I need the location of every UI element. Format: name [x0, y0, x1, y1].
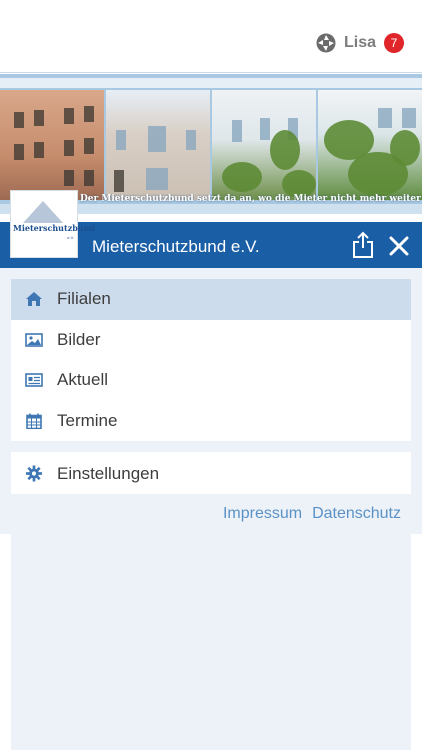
datenschutz-link[interactable]: Datenschutz	[312, 505, 401, 523]
menu-item-aktuell[interactable]: Aktuell	[11, 360, 411, 401]
top-bar: Lisa 7	[0, 0, 422, 74]
footer-links: Impressum Datenschutz	[223, 505, 401, 523]
menu-item-label: Aktuell	[57, 370, 109, 390]
menu-item-einstellungen[interactable]: Einstellungen	[11, 452, 411, 494]
banner-caption: Der Mieterschutzbund setzt da an, wo die…	[80, 194, 422, 204]
user-menu[interactable]: Lisa 7	[316, 32, 404, 54]
user-status-icon	[316, 33, 336, 53]
menu-item-bilder[interactable]: Bilder	[11, 320, 411, 361]
home-icon	[26, 292, 42, 306]
side-menu: Filialen Bilder Aktuell Termine Einstell…	[0, 268, 422, 534]
mieterschutzbund-logo: Mieterschutzbund e.V.	[10, 190, 95, 258]
menu-item-label: Bilder	[57, 329, 101, 349]
news-icon	[25, 373, 43, 387]
building-photo-3	[212, 90, 316, 200]
content-area	[11, 534, 411, 750]
page-title: Mieterschutzbund e.V.	[92, 237, 260, 256]
building-photo-2	[106, 90, 210, 200]
close-icon[interactable]	[386, 233, 412, 259]
menu-item-label: Termine	[57, 410, 118, 430]
user-name: Lisa	[343, 34, 376, 51]
menu-item-label: Einstellungen	[57, 464, 160, 483]
menu-item-termine[interactable]: Termine	[11, 401, 411, 442]
menu-item-filialen[interactable]: Filialen	[11, 279, 411, 320]
logo-triangle-icon	[23, 201, 63, 223]
share-icon[interactable]	[350, 231, 376, 259]
notification-badge[interactable]: 7	[384, 33, 404, 53]
logo-subtext: e.V.	[67, 235, 74, 240]
menu-list: Filialen Bilder Aktuell Termine	[11, 279, 411, 441]
building-photo-1	[0, 90, 104, 200]
building-photo-4	[318, 90, 422, 200]
gear-icon	[25, 465, 43, 482]
menu-item-label: Filialen	[57, 289, 111, 309]
divider	[0, 72, 422, 73]
impressum-link[interactable]: Impressum	[223, 505, 302, 523]
logo-text: Mieterschutzbund	[13, 223, 96, 233]
calendar-icon	[26, 413, 42, 429]
image-icon	[25, 332, 43, 347]
